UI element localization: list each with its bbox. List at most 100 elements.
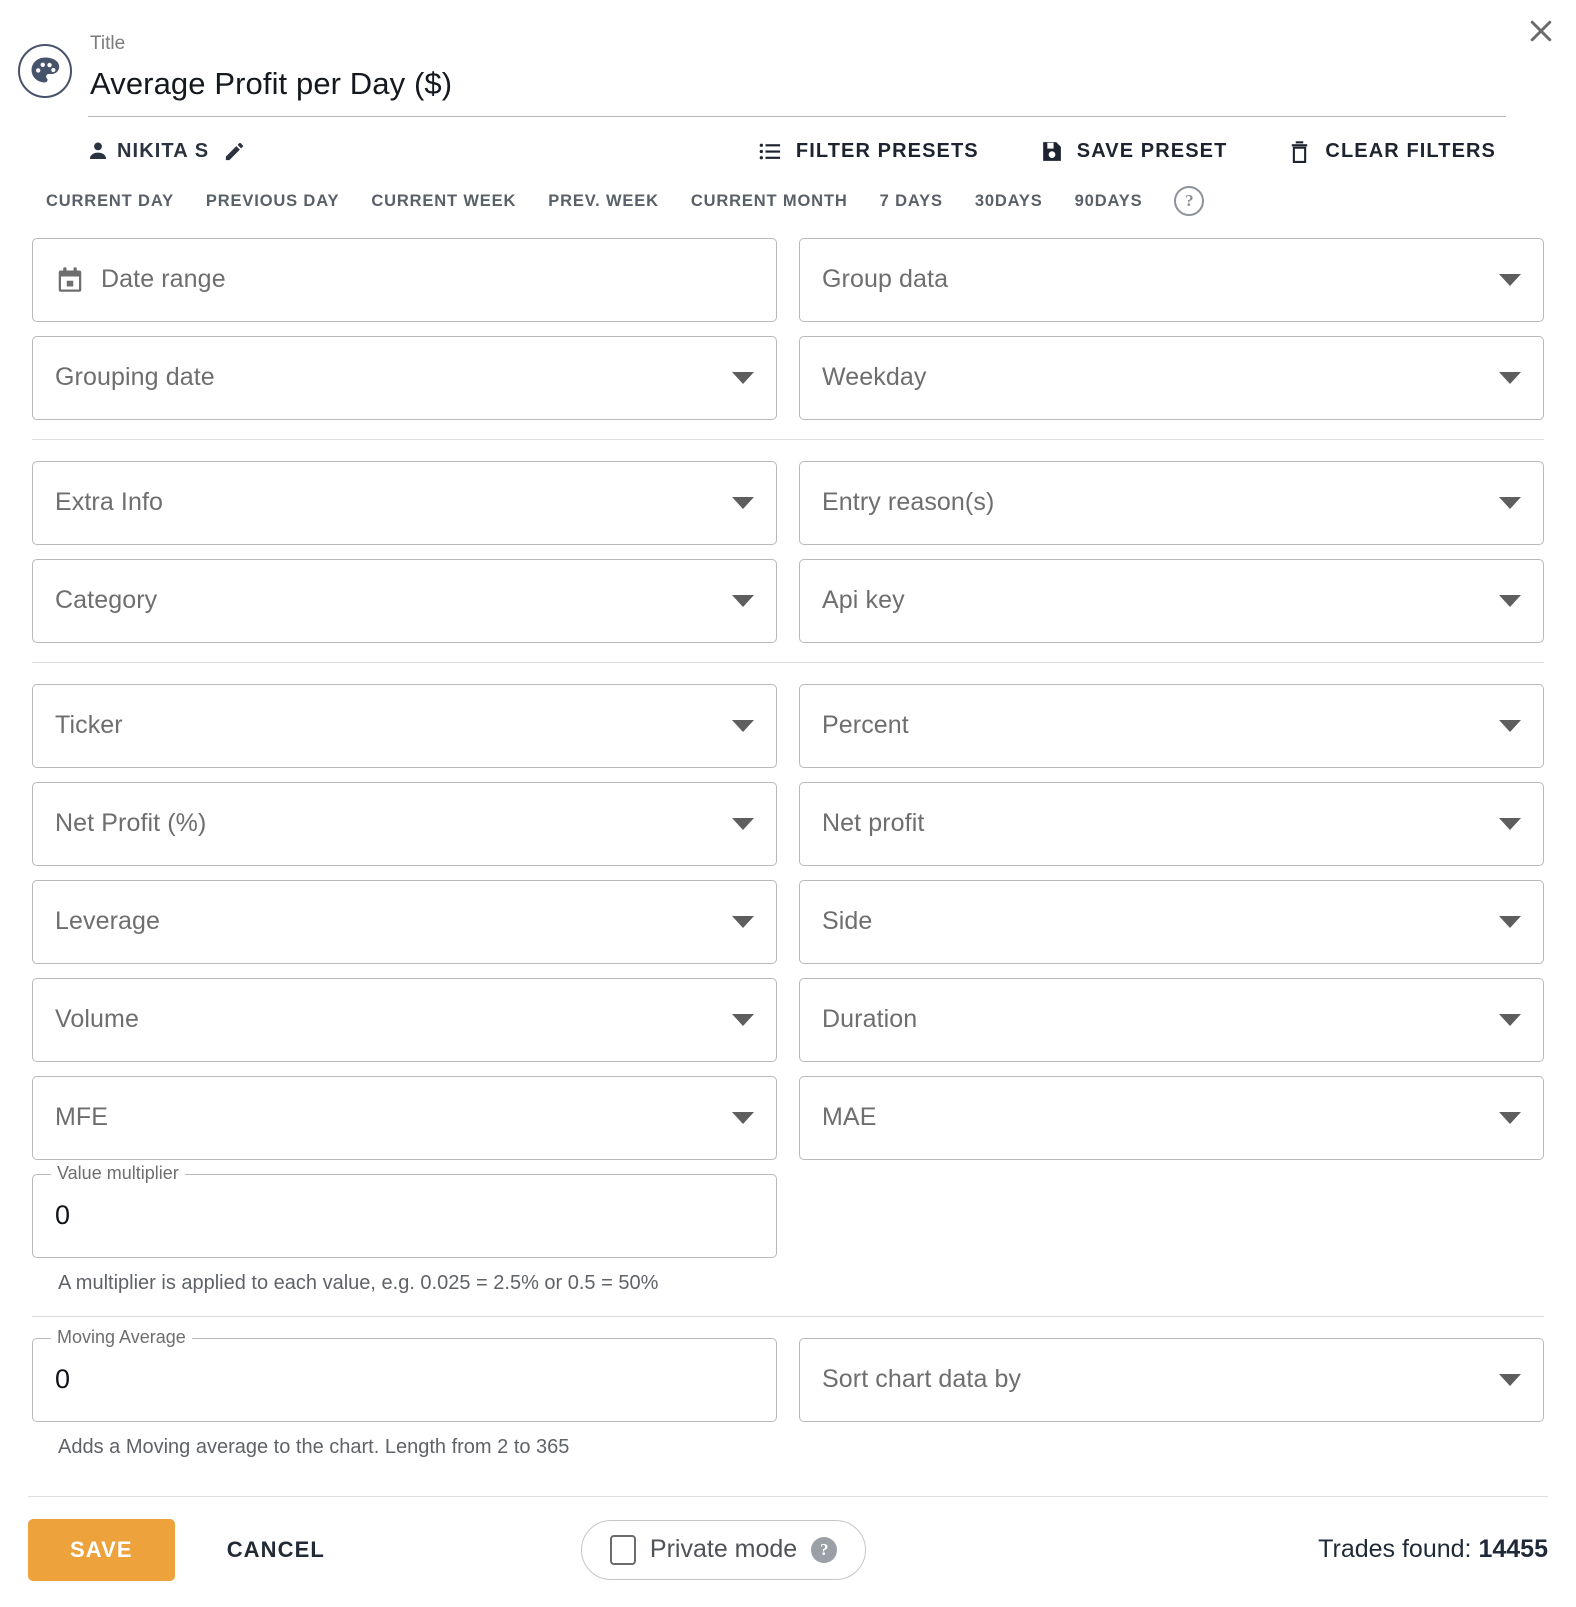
field-cell: Value multiplier 0 A multiplier is appli… <box>32 1163 777 1304</box>
mfe-field[interactable]: MFE <box>32 1075 777 1160</box>
person-icon <box>89 142 107 160</box>
weekday-placeholder: Weekday <box>822 363 927 392</box>
quick-tab-current-week[interactable]: CURRENT WEEK <box>355 186 532 217</box>
preset-toolbar: NIKITA S FILTER PRESETS SAVE PRESET CLEA… <box>0 117 1576 168</box>
quick-tab-prev-week[interactable]: PREV. WEEK <box>532 186 675 217</box>
field-cell: Category <box>32 552 777 650</box>
percent-field[interactable]: Percent <box>799 683 1544 768</box>
form-grid-trade: Ticker Percent Net Profit (%) Net profit… <box>32 677 1544 1304</box>
clear-filters-label: CLEAR FILTERS <box>1325 139 1496 162</box>
owner-chip[interactable]: NIKITA S <box>86 139 246 163</box>
save-preset-button[interactable]: SAVE PRESET <box>1037 135 1230 168</box>
title-label: Title <box>90 33 126 54</box>
ticker-field[interactable]: Ticker <box>32 683 777 768</box>
side-placeholder: Side <box>822 907 873 936</box>
chevron-down-icon <box>1499 496 1521 509</box>
dialog-footer: SAVE CANCEL Private mode ? Trades found:… <box>28 1495 1548 1607</box>
form-grid-meta: Extra Info Entry reason(s) Category Api … <box>32 454 1544 650</box>
api-key-placeholder: Api key <box>822 586 905 615</box>
group-data-field[interactable]: Group data <box>799 237 1544 322</box>
weekday-field[interactable]: Weekday <box>799 335 1544 420</box>
chevron-down-icon <box>732 719 754 732</box>
net-profit-placeholder: Net profit <box>822 809 925 838</box>
close-icon[interactable] <box>1520 10 1562 52</box>
filter-presets-button[interactable]: FILTER PRESETS <box>756 135 981 168</box>
leverage-field[interactable]: Leverage <box>32 879 777 964</box>
field-cell: Volume <box>32 971 777 1069</box>
entry-reasons-placeholder: Entry reason(s) <box>822 488 995 517</box>
form-section-trade: Ticker Percent Net Profit (%) Net profit… <box>32 661 1544 1316</box>
filter-form: Date range Group data Grouping date Week… <box>0 217 1576 1480</box>
duration-field[interactable]: Duration <box>799 977 1544 1062</box>
moving-average-field[interactable]: Moving Average 0 <box>32 1327 777 1422</box>
moving-average-input[interactable]: 0 <box>55 1366 70 1393</box>
chevron-down-icon <box>1499 719 1521 732</box>
volume-placeholder: Volume <box>55 1005 139 1034</box>
mae-placeholder: MAE <box>822 1103 877 1132</box>
field-cell: Ticker <box>32 677 777 775</box>
help-circle-icon[interactable]: ? <box>1174 186 1205 217</box>
form-section-chart: Moving Average 0 Adds a Moving average t… <box>32 1315 1544 1480</box>
sort-chart-data-placeholder: Sort chart data by <box>822 1365 1022 1394</box>
chevron-down-icon <box>1499 273 1521 286</box>
chevron-down-icon <box>1499 817 1521 830</box>
chart-settings-dialog: Title Average Profit per Day ($) NIKITA … <box>0 0 1576 1606</box>
quick-tab-90-days[interactable]: 90DAYS <box>1059 186 1159 217</box>
chevron-down-icon <box>732 1013 754 1026</box>
title-input[interactable]: Average Profit per Day ($) <box>88 65 1506 117</box>
date-range-field[interactable]: Date range <box>32 237 777 322</box>
chevron-down-icon <box>732 1111 754 1124</box>
chevron-down-icon <box>732 496 754 509</box>
entry-reasons-field[interactable]: Entry reason(s) <box>799 460 1544 545</box>
save-button[interactable]: SAVE <box>28 1518 175 1581</box>
field-cell: Grouping date <box>32 329 777 427</box>
extra-info-placeholder: Extra Info <box>55 488 163 517</box>
calendar-icon <box>58 266 82 292</box>
form-grid-date: Date range Group data Grouping date Week… <box>32 231 1544 427</box>
category-placeholder: Category <box>55 586 158 615</box>
form-grid-chart: Moving Average 0 Adds a Moving average t… <box>32 1327 1544 1468</box>
value-multiplier-label: Value multiplier <box>51 1163 185 1182</box>
quick-tab-30-days[interactable]: 30DAYS <box>959 186 1059 217</box>
sort-chart-data-field[interactable]: Sort chart data by <box>799 1337 1544 1422</box>
clear-filters-button[interactable]: CLEAR FILTERS <box>1285 135 1498 168</box>
chevron-down-icon <box>732 817 754 830</box>
chevron-down-icon <box>1499 1013 1521 1026</box>
private-mode-toggle[interactable]: Private mode ? <box>580 1519 867 1580</box>
grouping-date-field[interactable]: Grouping date <box>32 335 777 420</box>
value-multiplier-field[interactable]: Value multiplier 0 <box>32 1163 777 1258</box>
trades-found: Trades found: 14455 <box>1318 1535 1548 1564</box>
net-profit-percent-field[interactable]: Net Profit (%) <box>32 781 777 866</box>
quick-tab-previous-day[interactable]: PREVIOUS DAY <box>190 186 355 217</box>
save-preset-label: SAVE PRESET <box>1076 139 1228 162</box>
quick-tab-current-month[interactable]: CURRENT MONTH <box>675 186 864 217</box>
form-section-meta: Extra Info Entry reason(s) Category Api … <box>32 438 1544 662</box>
toolbar-actions: FILTER PRESETS SAVE PRESET CLEAR FILTERS <box>756 135 1498 168</box>
field-cell: Sort chart data by <box>799 1331 1544 1468</box>
value-multiplier-input[interactable]: 0 <box>55 1202 70 1229</box>
net-profit-field[interactable]: Net profit <box>799 781 1544 866</box>
volume-field[interactable]: Volume <box>32 977 777 1062</box>
quick-tab-7-days[interactable]: 7 DAYS <box>864 186 959 217</box>
palette-circle <box>18 44 72 98</box>
side-field[interactable]: Side <box>799 879 1544 964</box>
quick-date-tabs: CURRENT DAY PREVIOUS DAY CURRENT WEEK PR… <box>0 168 1576 217</box>
extra-info-field[interactable]: Extra Info <box>32 460 777 545</box>
private-mode-help-icon[interactable]: ? <box>811 1536 838 1563</box>
quick-tab-current-day[interactable]: CURRENT DAY <box>46 186 190 217</box>
trash-icon <box>1292 140 1308 163</box>
private-mode-label: Private mode <box>649 1535 798 1564</box>
palette-icon <box>14 40 76 102</box>
cancel-button[interactable]: CANCEL <box>197 1519 355 1581</box>
category-field[interactable]: Category <box>32 558 777 643</box>
trades-found-label: Trades found: <box>1318 1535 1472 1564</box>
private-mode-checkbox[interactable] <box>609 1534 636 1565</box>
field-cell: Extra Info <box>32 454 777 552</box>
chevron-down-icon <box>1499 371 1521 384</box>
field-cell: Group data <box>799 231 1544 329</box>
pencil-icon[interactable] <box>223 140 246 163</box>
mae-field[interactable]: MAE <box>799 1075 1544 1160</box>
group-data-placeholder: Group data <box>822 265 949 294</box>
duration-placeholder: Duration <box>822 1005 918 1034</box>
api-key-field[interactable]: Api key <box>799 558 1544 643</box>
